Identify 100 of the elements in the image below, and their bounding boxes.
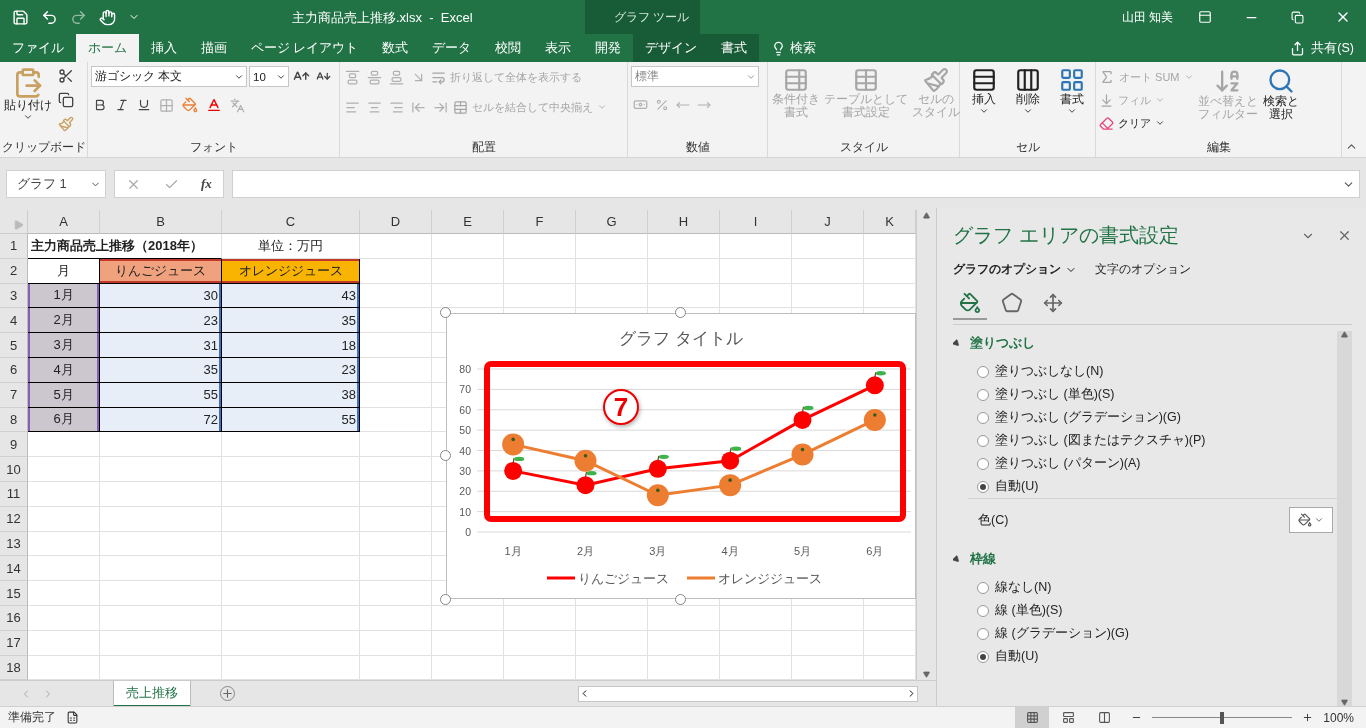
- radio-button[interactable]: [977, 627, 989, 640]
- option-label[interactable]: 線なし(N): [995, 579, 1052, 596]
- column-header[interactable]: J: [792, 210, 864, 234]
- radio-button[interactable]: [977, 388, 989, 401]
- save-icon[interactable]: [12, 8, 29, 26]
- row-header[interactable]: 9: [0, 432, 28, 458]
- option-label[interactable]: 塗りつぶし (単色)(S): [995, 386, 1115, 403]
- font-size-field[interactable]: 10: [249, 66, 289, 87]
- column-header[interactable]: C: [222, 210, 360, 234]
- ribbon-tab[interactable]: 書式: [709, 34, 760, 62]
- resize-handle[interactable]: [440, 594, 451, 605]
- resize-handle[interactable]: [675, 307, 686, 318]
- row-header[interactable]: 16: [0, 605, 28, 631]
- column-header[interactable]: F: [504, 210, 576, 234]
- scroll-up-icon[interactable]: [923, 212, 930, 219]
- column-header[interactable]: I: [720, 210, 792, 234]
- radio-button[interactable]: [977, 650, 989, 663]
- clear-button[interactable]: クリア: [1099, 112, 1194, 134]
- horizontal-scrollbar[interactable]: [578, 685, 918, 702]
- copy-icon[interactable]: [56, 90, 76, 110]
- resize-handle[interactable]: [440, 307, 451, 318]
- row-header[interactable]: 3: [0, 283, 28, 309]
- touch-mode-icon[interactable]: [99, 8, 116, 26]
- chart[interactable]: グラフ タイトル 0 10 20 30 40 50 60 70 80 1月 2月 3月 4月 5月 6月 りんごジュース オレンジジュース 7: [446, 313, 916, 599]
- row-header[interactable]: 8: [0, 407, 28, 433]
- radio-button[interactable]: [977, 480, 989, 493]
- column-header[interactable]: A: [28, 210, 100, 234]
- radio-button[interactable]: [977, 411, 989, 424]
- zoom-in-icon[interactable]: [1302, 712, 1314, 723]
- font-name-field[interactable]: 游ゴシック 本文: [91, 66, 247, 87]
- option-label[interactable]: 自動(U): [995, 478, 1039, 495]
- column-header[interactable]: D: [360, 210, 432, 234]
- resize-handle[interactable]: [675, 594, 686, 605]
- fill-color-icon[interactable]: [180, 95, 200, 115]
- section-header[interactable]: 塗りつぶし: [953, 335, 1337, 352]
- ribbon-tab[interactable]: ファイル: [0, 34, 76, 62]
- ribbon-tab[interactable]: データ: [420, 34, 484, 62]
- option-label[interactable]: 線 (グラデーション)(G): [995, 625, 1129, 642]
- cells-button[interactable]: 書式: [1057, 66, 1086, 139]
- cells-button[interactable]: 挿入: [969, 66, 998, 139]
- option-tab[interactable]: グラフのオプション: [953, 261, 1087, 278]
- insert-function-button[interactable]: fx: [200, 176, 212, 192]
- sheet-tab[interactable]: 売上推移: [114, 680, 190, 707]
- row-header[interactable]: 2: [0, 258, 28, 284]
- ribbon-tab[interactable]: デザイン: [633, 34, 710, 62]
- add-sheet-icon[interactable]: [220, 686, 235, 701]
- ribbon-tab[interactable]: 数式: [370, 34, 421, 62]
- column-header[interactable]: G: [576, 210, 648, 234]
- ribbon-tab[interactable]: 校閲: [483, 34, 534, 62]
- user-name[interactable]: 山田 知美: [1122, 9, 1174, 26]
- row-header[interactable]: 7: [0, 382, 28, 408]
- radio-button[interactable]: [977, 457, 989, 470]
- close-icon[interactable]: [1337, 228, 1352, 243]
- ribbon-tab[interactable]: 挿入: [139, 34, 189, 62]
- color-picker-button[interactable]: [1289, 507, 1333, 533]
- name-box[interactable]: グラフ 1: [6, 170, 106, 198]
- normal-view-icon[interactable]: [1015, 707, 1050, 728]
- paste-button[interactable]: 貼り付け: [3, 66, 53, 139]
- row-header[interactable]: 13: [0, 531, 28, 557]
- formula-field[interactable]: [232, 170, 1360, 198]
- tell-me-field[interactable]: 検索: [771, 34, 817, 62]
- column-header[interactable]: E: [432, 210, 504, 234]
- select-all-icon[interactable]: [14, 220, 24, 230]
- row-header[interactable]: 18: [0, 655, 28, 680]
- radio-button[interactable]: [977, 604, 989, 617]
- option-label[interactable]: 線 (単色)(S): [995, 602, 1063, 619]
- option-label[interactable]: 塗りつぶし (グラデーション)(G): [995, 409, 1181, 426]
- ribbon-tab[interactable]: ページ レイアウト: [239, 34, 371, 62]
- option-tab[interactable]: 文字のオプション: [1095, 261, 1201, 278]
- radio-button[interactable]: [977, 434, 989, 447]
- redo-icon[interactable]: [70, 8, 87, 26]
- option-label[interactable]: 塗りつぶしなし(N): [995, 363, 1104, 380]
- undo-icon[interactable]: [41, 8, 58, 26]
- ribbon-tab[interactable]: 描画: [189, 34, 239, 62]
- ribbon-tab[interactable]: ホーム: [76, 34, 139, 62]
- row-header[interactable]: 11: [0, 481, 28, 507]
- ribbon-tab[interactable]: 開発: [583, 34, 634, 62]
- cells-button[interactable]: 削除: [1013, 66, 1042, 139]
- row-header[interactable]: 15: [0, 581, 28, 606]
- row-header[interactable]: 10: [0, 457, 28, 482]
- row-header[interactable]: 14: [0, 556, 28, 582]
- section-header[interactable]: 枠線: [953, 551, 1337, 568]
- row-header[interactable]: 1: [0, 234, 28, 259]
- macro-record-icon[interactable]: [66, 711, 79, 724]
- share-button[interactable]: 共有(S): [1290, 34, 1354, 62]
- row-header[interactable]: 4: [0, 308, 28, 334]
- scroll-down-icon[interactable]: [923, 671, 930, 678]
- row-header[interactable]: 12: [0, 506, 28, 532]
- option-label[interactable]: 塗りつぶし (パターン)(A): [995, 455, 1141, 472]
- row-header[interactable]: 5: [0, 333, 28, 358]
- column-header[interactable]: H: [648, 210, 720, 234]
- radio-button[interactable]: [977, 581, 989, 594]
- column-header[interactable]: B: [100, 210, 222, 234]
- radio-button[interactable]: [977, 365, 989, 378]
- option-label[interactable]: 塗りつぶし (図またはテクスチャ)(P): [995, 432, 1206, 449]
- row-header[interactable]: 6: [0, 358, 28, 383]
- column-header[interactable]: K: [864, 210, 916, 234]
- zoom-level[interactable]: 100%: [1323, 710, 1354, 725]
- resize-handle[interactable]: [440, 450, 451, 461]
- scroll-down-icon[interactable]: [1341, 699, 1348, 706]
